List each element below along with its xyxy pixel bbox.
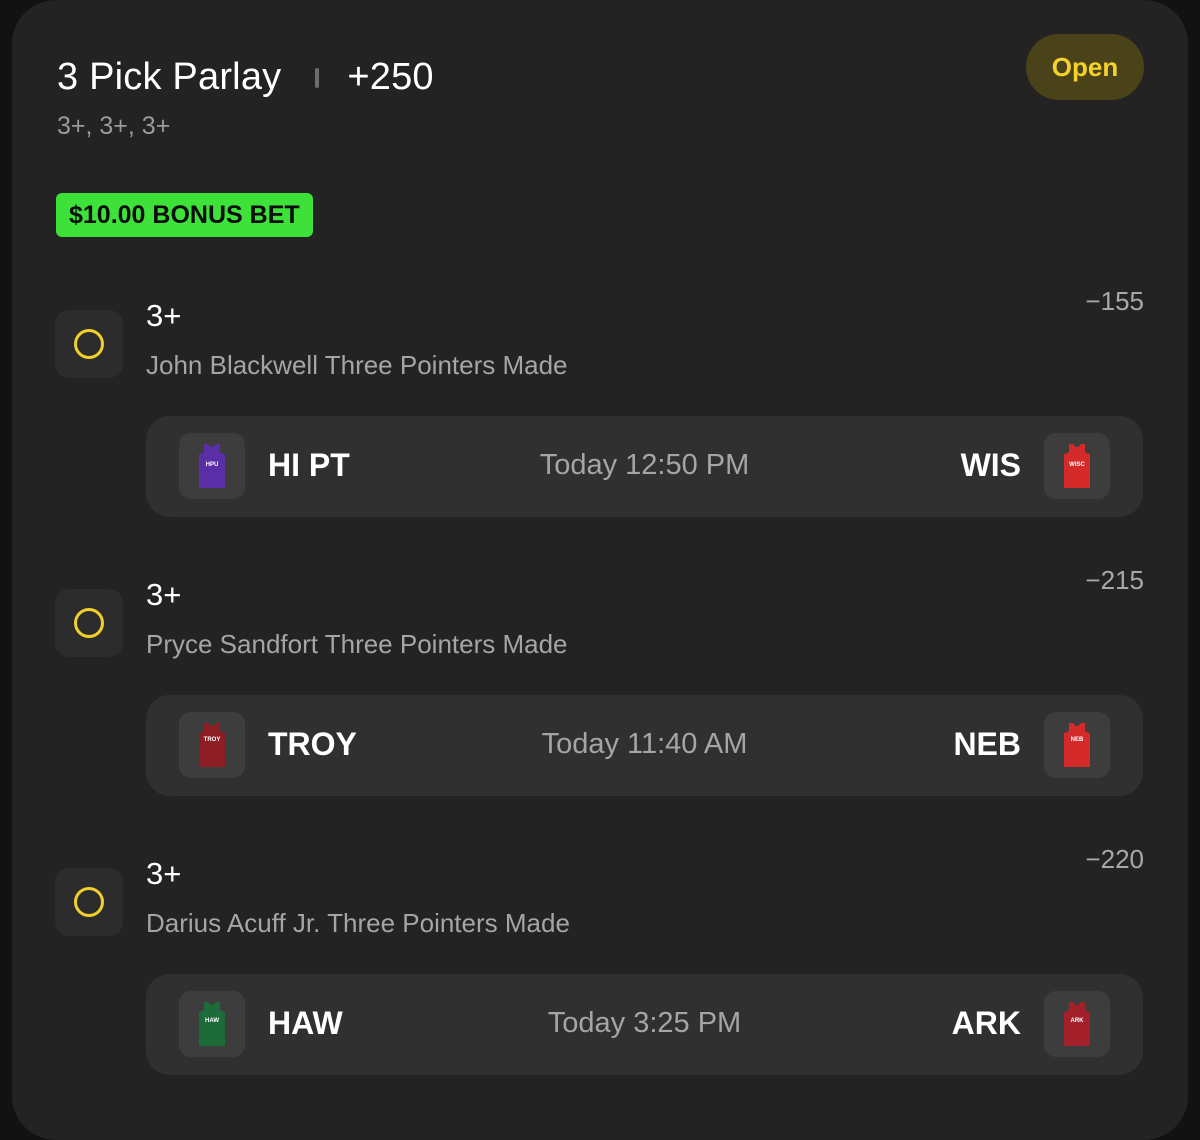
- game-matchup[interactable]: HAW HAW Today 3:25 PM ARK ARK: [146, 974, 1143, 1075]
- leg-line: 3+: [146, 577, 182, 612]
- title-divider: [315, 67, 320, 88]
- parlay-card[interactable]: 3 Pick Parlay +250 3+, 3+, 3+ Open $10.0…: [12, 0, 1188, 1140]
- leg-odds: −155: [1085, 286, 1144, 316]
- bet-header: 3 Pick Parlay +250: [57, 56, 434, 99]
- leg-description: John Blackwell Three Pointers Made: [146, 350, 568, 380]
- home-team: NEB: [953, 726, 1021, 762]
- svg-text:NEB: NEB: [1071, 737, 1084, 743]
- parlay-leg[interactable]: 3+ −155 John Blackwell Three Pointers Ma…: [12, 286, 1188, 526]
- svg-text:WISC: WISC: [1069, 462, 1085, 468]
- leg-description: Pryce Sandfort Three Pointers Made: [146, 629, 568, 659]
- pending-status-icon: [55, 310, 123, 378]
- leg-odds: −215: [1085, 565, 1144, 595]
- home-team: ARK: [951, 1005, 1021, 1041]
- game-matchup[interactable]: TROY TROY Today 11:40 AM NEB NEB: [146, 695, 1143, 796]
- leg-description: Darius Acuff Jr. Three Pointers Made: [146, 908, 570, 938]
- pending-status-icon: [55, 868, 123, 936]
- leg-line: 3+: [146, 856, 182, 891]
- home-jersey-icon: WISC: [1044, 433, 1110, 499]
- home-jersey-icon: NEB: [1044, 712, 1110, 778]
- status-badge: Open: [1026, 34, 1144, 100]
- bet-title: 3 Pick Parlay: [57, 56, 282, 98]
- svg-text:ARK: ARK: [1071, 1018, 1085, 1024]
- pending-status-icon: [55, 589, 123, 657]
- leg-odds: −220: [1085, 844, 1144, 874]
- parlay-leg[interactable]: 3+ −215 Pryce Sandfort Three Pointers Ma…: [12, 565, 1188, 805]
- bonus-bet-badge: $10.00 BONUS BET: [56, 193, 313, 237]
- bet-total-odds: +250: [347, 56, 434, 98]
- home-jersey-icon: ARK: [1044, 991, 1110, 1057]
- parlay-leg[interactable]: 3+ −220 Darius Acuff Jr. Three Pointers …: [12, 844, 1188, 1084]
- leg-line: 3+: [146, 298, 182, 333]
- bet-summary: 3+, 3+, 3+: [57, 112, 171, 140]
- game-matchup[interactable]: HPU HI PT Today 12:50 PM WIS WISC: [146, 416, 1143, 517]
- home-team: WIS: [960, 447, 1021, 483]
